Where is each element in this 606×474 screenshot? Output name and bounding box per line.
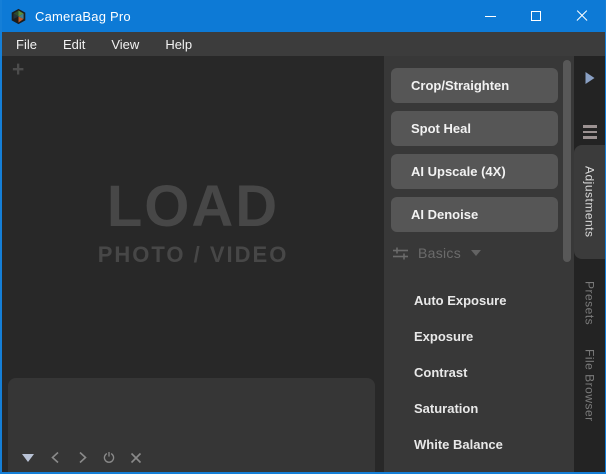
x-icon xyxy=(130,452,142,464)
close-icon xyxy=(576,10,588,22)
chevron-left-icon xyxy=(50,451,61,464)
adjustment-saturation[interactable]: Saturation xyxy=(384,390,574,426)
dropdown-triangle-icon xyxy=(22,454,34,462)
load-prompt: LOAD PHOTO / VIDEO xyxy=(2,178,384,268)
tab-presets[interactable]: Presets xyxy=(574,278,605,328)
tab-presets-label: Presets xyxy=(583,281,597,325)
tab-adjustments-label: Adjustments xyxy=(583,166,597,238)
power-button[interactable] xyxy=(103,451,115,464)
remove-button[interactable] xyxy=(130,451,142,464)
app-window: CameraBag Pro File Edit View Help + LOAD… xyxy=(0,0,606,474)
chevron-right-icon xyxy=(77,451,88,464)
side-tab-strip: Adjustments Presets File Browser xyxy=(574,56,605,472)
minimize-icon xyxy=(485,16,496,17)
panel-scrollbar[interactable] xyxy=(563,60,571,262)
chevron-down-icon xyxy=(471,250,481,256)
title-bar[interactable]: CameraBag Pro xyxy=(2,0,605,32)
close-button[interactable] xyxy=(559,0,605,32)
basics-section-header[interactable]: Basics xyxy=(392,245,574,261)
power-icon xyxy=(103,451,115,464)
adjustment-exposure[interactable]: Exposure xyxy=(384,318,574,354)
window-title: CameraBag Pro xyxy=(35,9,131,24)
menu-edit[interactable]: Edit xyxy=(50,32,98,56)
crop-straighten-button[interactable]: Crop/Straighten xyxy=(391,68,558,103)
tab-adjustments[interactable]: Adjustments xyxy=(574,145,605,259)
panel-menu-icon[interactable] xyxy=(583,125,597,139)
adjustment-contrast[interactable]: Contrast xyxy=(384,354,574,390)
app-logo-icon xyxy=(10,8,27,25)
filmstrip-menu-button[interactable] xyxy=(22,451,34,464)
load-title: LOAD xyxy=(2,178,384,236)
adjustment-white-balance[interactable]: White Balance xyxy=(384,426,574,462)
minimize-button[interactable] xyxy=(467,0,513,32)
basics-item-list: Auto Exposure Exposure Contrast Saturati… xyxy=(384,282,574,462)
menu-bar: File Edit View Help xyxy=(2,32,605,56)
add-file-icon[interactable]: + xyxy=(12,58,24,82)
tab-file-browser[interactable]: File Browser xyxy=(574,338,605,433)
spot-heal-button[interactable]: Spot Heal xyxy=(391,111,558,146)
menu-file[interactable]: File xyxy=(2,32,50,56)
adjustments-panel: Crop/Straighten Spot Heal AI Upscale (4X… xyxy=(384,56,574,472)
filmstrip-toolbar xyxy=(22,451,142,464)
ai-denoise-button[interactable]: AI Denoise xyxy=(391,197,558,232)
maximize-icon xyxy=(531,11,541,21)
ai-upscale-button[interactable]: AI Upscale (4X) xyxy=(391,154,558,189)
preview-canvas[interactable]: + LOAD PHOTO / VIDEO xyxy=(2,56,384,472)
menu-help[interactable]: Help xyxy=(152,32,205,56)
previous-button[interactable] xyxy=(49,451,61,464)
collapse-panel-icon[interactable] xyxy=(585,72,594,84)
menu-view[interactable]: View xyxy=(98,32,152,56)
load-subtitle: PHOTO / VIDEO xyxy=(2,242,384,268)
filmstrip-panel xyxy=(8,378,375,472)
basics-label: Basics xyxy=(418,245,461,261)
next-button[interactable] xyxy=(76,451,88,464)
tab-file-browser-label: File Browser xyxy=(583,349,597,422)
maximize-button[interactable] xyxy=(513,0,559,32)
adjustment-auto-exposure[interactable]: Auto Exposure xyxy=(384,282,574,318)
tool-button-group: Crop/Straighten Spot Heal AI Upscale (4X… xyxy=(384,56,574,232)
sliders-icon xyxy=(392,246,409,261)
